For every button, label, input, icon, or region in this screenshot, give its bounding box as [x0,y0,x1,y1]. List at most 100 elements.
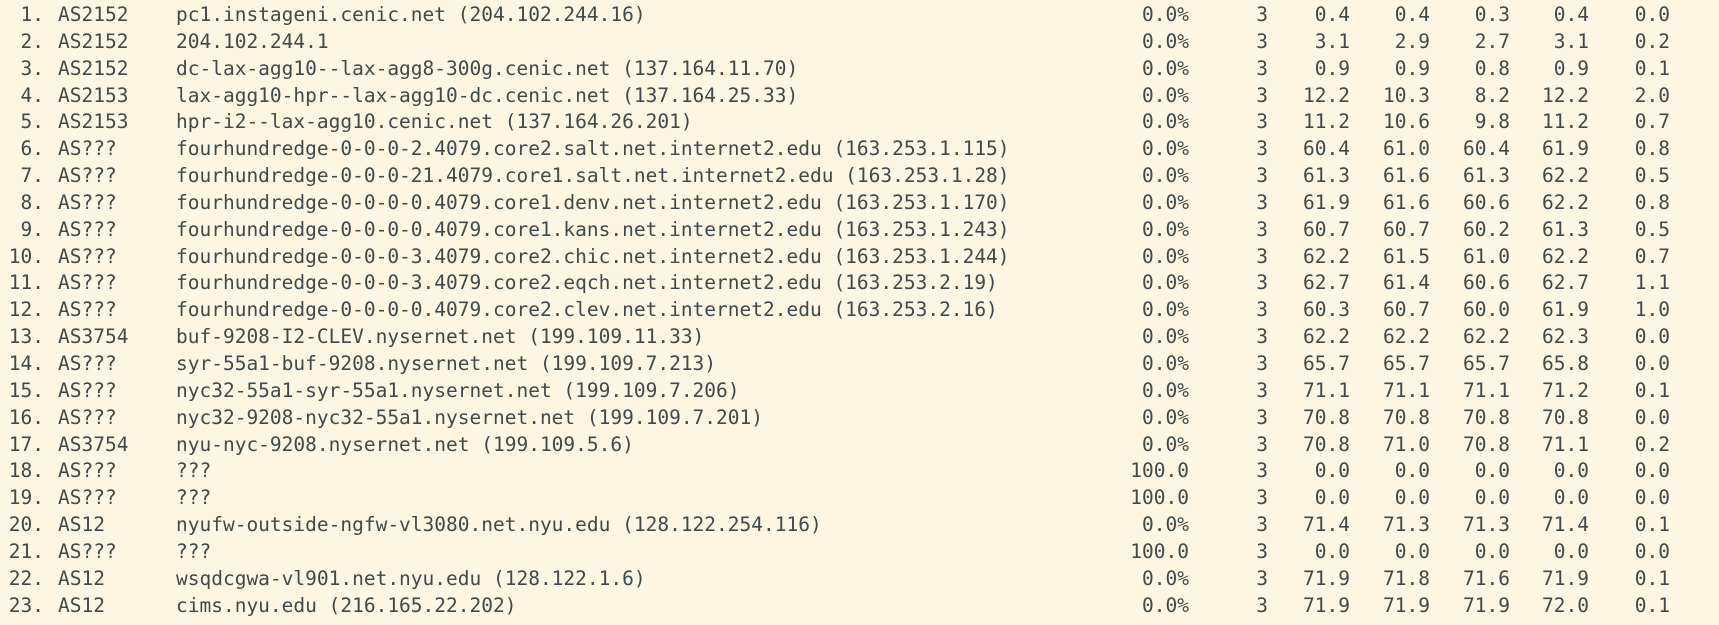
sent-count: 3 [1256,513,1268,537]
hostname: wsqdcgwa-vl901.net.nyu.edu (128.122.1.6) [176,566,646,590]
stdev-latency: 0.1 [1634,513,1670,537]
last-latency: 12.2 [1303,83,1350,107]
sent-count: 3 [1256,190,1268,214]
as-number: AS??? [58,271,117,295]
hop-number: 10. [8,244,44,268]
as-number: AS??? [58,298,117,322]
avg-latency: 61.4 [1383,271,1430,295]
last-latency: 0.9 [1314,56,1350,80]
as-number: AS2152 [58,56,129,80]
last-latency: 71.9 [1303,566,1350,590]
stdev-latency: 0.8 [1634,190,1670,214]
sent-count: 3 [1256,271,1268,295]
loss-percent: 0.0% [1142,325,1189,349]
sent-count: 3 [1256,137,1268,161]
stdev-latency: 0.0 [1634,3,1670,26]
best-latency: 60.2 [1463,217,1510,241]
hostname: fourhundredge-0-0-0-3.4079.core2.eqch.ne… [176,271,998,295]
hop-number: 5. [20,110,44,134]
best-latency: 70.8 [1463,432,1510,456]
as-number: AS??? [58,378,117,402]
last-latency: 70.8 [1303,405,1350,429]
hop-number: 22. [8,566,44,590]
loss-percent: 0.0% [1142,137,1189,161]
as-number: AS??? [58,217,117,241]
hop-row: 16. AS??? nyc32-9208-nyc32-55a1.nysernet.n… [0,405,1719,432]
as-number: AS??? [58,351,117,375]
hostname: fourhundredge-0-0-0-3.4079.core2.chic.ne… [176,244,1010,268]
last-latency: 62.7 [1303,271,1350,295]
loss-percent: 0.0% [1142,378,1189,402]
worst-latency: 0.0 [1553,539,1589,563]
sent-count: 3 [1256,351,1268,375]
loss-percent: 0.0% [1142,405,1189,429]
loss-percent: 0.0% [1142,164,1189,188]
terminal-output: 1. AS2152 pc1.instageni.cenic.net (204.102… [0,0,1719,625]
hostname: fourhundredge-0-0-0-2.4079.core2.salt.ne… [176,137,1010,161]
hop-number: 4. [20,83,44,107]
last-latency: 0.0 [1314,459,1350,483]
best-latency: 60.6 [1463,190,1510,214]
avg-latency: 60.7 [1383,217,1430,241]
worst-latency: 65.8 [1542,351,1589,375]
hostname: lax-agg10-hpr--lax-agg10-dc.cenic.net (1… [176,83,799,107]
loss-percent: 0.0% [1142,3,1189,26]
loss-percent: 0.0% [1142,56,1189,80]
best-latency: 0.3 [1474,3,1510,26]
hop-number: 9. [20,217,44,241]
best-latency: 71.3 [1463,513,1510,537]
loss-percent: 100.0 [1130,459,1189,483]
avg-latency: 61.6 [1383,190,1430,214]
worst-latency: 72.0 [1542,593,1589,617]
hop-number: 21. [8,539,44,563]
worst-latency: 3.1 [1553,29,1589,53]
hop-row: 22. AS12 wsqdcgwa-vl901.net.nyu.edu (128.1… [0,566,1719,593]
as-number: AS12 [58,566,105,590]
hostname: fourhundredge-0-0-0-0.4079.core2.clev.ne… [176,298,998,322]
sent-count: 3 [1256,459,1268,483]
hostname: nyc32-9208-nyc32-55a1.nysernet.net (199.… [176,405,763,429]
avg-latency: 0.0 [1394,459,1430,483]
hop-number: 13. [8,325,44,349]
loss-percent: 0.0% [1142,110,1189,134]
hop-row: 17. AS3754 nyu-nyc-9208.nysernet.net (199.… [0,432,1719,459]
stdev-latency: 2.0 [1634,83,1670,107]
loss-percent: 0.0% [1142,29,1189,53]
avg-latency: 61.5 [1383,244,1430,268]
hop-number: 3. [20,56,44,80]
best-latency: 61.3 [1463,164,1510,188]
as-number: AS??? [58,164,117,188]
last-latency: 71.1 [1303,378,1350,402]
best-latency: 0.8 [1474,56,1510,80]
as-number: AS??? [58,190,117,214]
loss-percent: 0.0% [1142,432,1189,456]
avg-latency: 71.1 [1383,378,1430,402]
hostname: nyc32-55a1-syr-55a1.nysernet.net (199.10… [176,378,740,402]
hop-number: 1. [20,3,44,26]
hop-number: 2. [20,29,44,53]
worst-latency: 71.1 [1542,432,1589,456]
hop-row: 18. AS?????? 100.0 3 0.0 0.0 0.0 0.0 0.0 [0,458,1719,485]
worst-latency: 11.2 [1542,110,1589,134]
stdev-latency: 0.1 [1634,56,1670,80]
best-latency: 0.0 [1474,486,1510,510]
hostname: dc-lax-agg10--lax-agg8-300g.cenic.net (1… [176,56,799,80]
best-latency: 2.7 [1474,29,1510,53]
hop-number: 18. [8,459,44,483]
avg-latency: 0.9 [1394,56,1430,80]
hostname: buf-9208-I2-CLEV.nysernet.net (199.109.1… [176,325,705,349]
hop-row: 19. AS?????? 100.0 3 0.0 0.0 0.0 0.0 0.0 [0,485,1719,512]
last-latency: 65.7 [1303,351,1350,375]
stdev-latency: 0.1 [1634,566,1670,590]
avg-latency: 65.7 [1383,351,1430,375]
avg-latency: 71.3 [1383,513,1430,537]
sent-count: 3 [1256,217,1268,241]
sent-count: 3 [1256,244,1268,268]
hop-row: 10. AS??? fourhundredge-0-0-0-3.4079.core2… [0,244,1719,271]
hop-number: 8. [20,190,44,214]
best-latency: 65.7 [1463,351,1510,375]
hostname: syr-55a1-buf-9208.nysernet.net (199.109.… [176,351,717,375]
avg-latency: 61.0 [1383,137,1430,161]
hop-row: 12. AS??? fourhundredge-0-0-0-0.4079.core2… [0,297,1719,324]
hop-row: 3. AS2152 dc-lax-agg10--lax-agg8-300g.ceni… [0,56,1719,83]
